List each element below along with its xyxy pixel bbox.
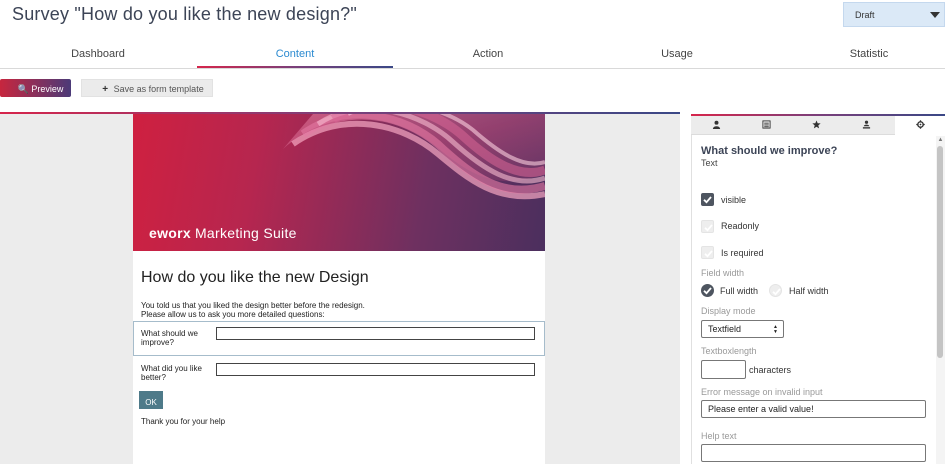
textboxlength-input[interactable] [701, 360, 746, 379]
half-width-label: Half width [789, 286, 829, 296]
list-icon[interactable] [741, 116, 791, 135]
full-width-radio[interactable] [701, 284, 714, 297]
preview-button[interactable]: 🔍 Preview [0, 79, 71, 97]
field-width-label: Field width [701, 268, 745, 278]
error-message-label: Error message on invalid input [701, 387, 823, 397]
half-width-radio[interactable] [769, 284, 782, 297]
preview-label: Preview [31, 84, 64, 94]
error-message-input[interactable]: Please enter a valid value! [701, 400, 926, 418]
visible-checkbox[interactable] [701, 193, 714, 206]
display-mode-select[interactable]: Textfield ▲ ▼ [701, 320, 784, 338]
full-width-label: Full width [720, 286, 759, 296]
search-icon: 🔍 [17, 84, 29, 94]
person-icon[interactable] [691, 116, 741, 135]
question-label: What should we improve? [141, 329, 198, 347]
question-input[interactable] [216, 327, 535, 340]
required-checkbox[interactable] [701, 246, 714, 259]
brand-rest: Marketing Suite [194, 225, 297, 241]
check-icon [703, 287, 712, 295]
form-intro-line1: You told us that you liked the design be… [141, 301, 365, 310]
form-intro-line2: Please allow us to ask you more detailed… [141, 310, 325, 319]
required-label: Is required [721, 248, 764, 258]
star-icon[interactable] [791, 116, 841, 135]
readonly-label: Readonly [721, 221, 760, 231]
thank-you-text: Thank you for your help [141, 417, 226, 426]
scrollbar-thumb[interactable] [937, 146, 943, 358]
template-label: Save as form template [113, 84, 204, 94]
tab-action[interactable]: Action [390, 48, 586, 60]
scroll-up-icon[interactable]: ▲ [936, 137, 945, 143]
panel-tabs [691, 116, 945, 136]
ok-button[interactable]: OK [139, 391, 163, 409]
question-input[interactable] [216, 363, 535, 376]
user-download-icon[interactable] [841, 116, 891, 135]
readonly-checkbox[interactable] [701, 220, 714, 233]
check-icon [703, 196, 712, 204]
tab-dashboard[interactable]: Dashboard [0, 48, 196, 60]
display-mode-label: Display mode [701, 306, 756, 316]
form-heading: How do you like the new Design [141, 269, 369, 286]
select-arrows-icon: ▲ ▼ [773, 324, 778, 335]
textboxlength-label: Textboxlength [701, 346, 757, 356]
tab-content[interactable]: Content [197, 48, 393, 60]
form-banner: eworx Marketing Suite [133, 114, 545, 251]
display-mode-value: Textfield [708, 324, 742, 334]
help-text-label: Help text [701, 431, 737, 441]
check-icon [704, 250, 713, 258]
main-tabs: Dashboard Content Action Usage Statistic [0, 40, 945, 69]
help-text-input[interactable] [701, 444, 926, 462]
chevron-down-icon [930, 12, 940, 18]
brand-bold: eworx [149, 225, 191, 241]
field-type: Text [701, 158, 718, 168]
tab-statistic[interactable]: Statistic [771, 48, 945, 60]
save-as-template-button[interactable]: + Save as form template [81, 79, 213, 97]
tab-usage[interactable]: Usage [579, 48, 775, 60]
question-label: What did you like better? [141, 364, 202, 382]
field-title: What should we improve? [701, 145, 838, 157]
plus-icon: + [102, 84, 109, 95]
check-icon [772, 288, 781, 296]
status-value: Draft [855, 10, 875, 20]
page-title: Survey "How do you like the new design?" [12, 4, 357, 24]
visible-label: visible [721, 195, 747, 205]
check-icon [704, 224, 713, 232]
active-tab-indicator [197, 66, 393, 68]
gear-icon[interactable] [895, 116, 945, 136]
characters-label: characters [749, 365, 792, 375]
status-dropdown[interactable]: Draft [843, 2, 945, 27]
brand-logo: eworx Marketing Suite [149, 225, 297, 241]
